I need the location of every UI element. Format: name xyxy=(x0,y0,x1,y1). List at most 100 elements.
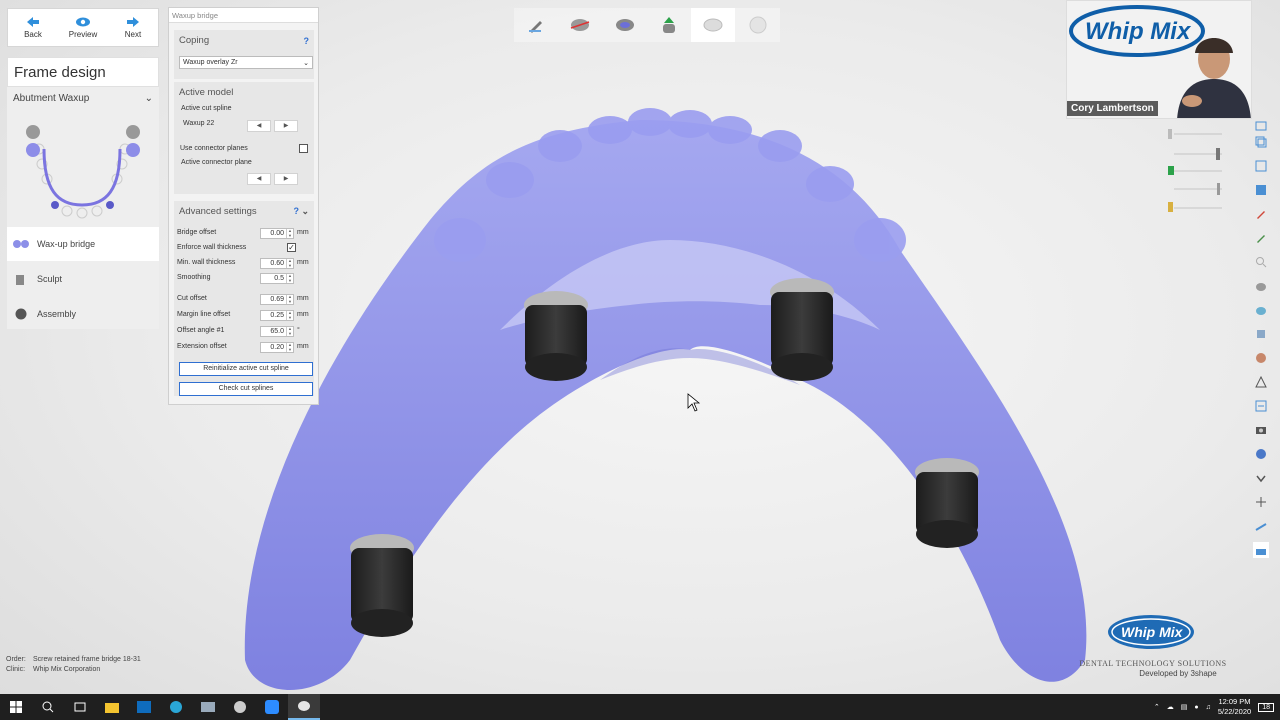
tool-button-5[interactable] xyxy=(691,8,736,42)
bridge-icon xyxy=(13,240,29,248)
cut-offset-input[interactable]: 0.69 ▲ ▼ xyxy=(260,294,294,305)
clip-icon[interactable] xyxy=(1253,398,1269,414)
tool-button-3[interactable] xyxy=(602,8,647,42)
min-wall-thickness-input[interactable]: 0.60 ▲ ▼ xyxy=(260,258,294,269)
step-waxup-bridge[interactable]: Wax-up bridge xyxy=(7,227,159,261)
app-icon-1[interactable] xyxy=(192,694,224,720)
next-plane-button[interactable]: ▶ xyxy=(274,173,298,185)
reinitialize-cut-spline-button[interactable]: Reinitialize active cut spline xyxy=(179,362,313,376)
coping-icon xyxy=(703,18,723,32)
clock[interactable]: 12:09 PM 5/22/2020 xyxy=(1218,697,1251,717)
app-icon-2[interactable] xyxy=(224,694,256,720)
pencil-icon[interactable] xyxy=(1253,230,1269,246)
smoothing-label: Smoothing xyxy=(177,274,211,281)
windows-start-icon[interactable] xyxy=(0,694,32,720)
cube-icon[interactable] xyxy=(1253,326,1269,342)
face-icon[interactable] xyxy=(1253,350,1269,366)
task-view-icon[interactable] xyxy=(64,694,96,720)
clinic-label: Clinic: xyxy=(6,666,26,673)
chevron-up-icon[interactable]: ⌃ xyxy=(1154,703,1160,711)
mic-icon[interactable]: ● xyxy=(1194,704,1198,711)
plus-axis-icon[interactable] xyxy=(1253,494,1269,510)
analog-3 xyxy=(915,458,979,548)
margin-line-offset-label: Margin line offset xyxy=(177,311,231,318)
eye-icon xyxy=(76,17,90,26)
whip-mix-badge-logo: Whip Mix xyxy=(1108,615,1194,649)
tool-button-6[interactable] xyxy=(735,8,780,42)
workflow-panel: Frame design Abutment Waxup ⌄ Wax-up bri… xyxy=(7,57,159,329)
tool-button-1[interactable] xyxy=(514,8,559,42)
camera-icon[interactable] xyxy=(1253,422,1269,438)
chevron-down-icon: ⌄ xyxy=(303,60,309,67)
ruler-icon[interactable] xyxy=(1253,518,1269,534)
spinner-icon[interactable]: ▲ ▼ xyxy=(286,273,293,283)
view-sidebar xyxy=(1250,118,1272,568)
outlook-icon[interactable] xyxy=(128,694,160,720)
taskbar: ⌃ ☁ ▤ ● ♫ 12:09 PM 5/22/2020 18 xyxy=(0,694,1280,720)
window-icon[interactable] xyxy=(1253,158,1269,174)
step-sculpt[interactable]: Sculpt xyxy=(7,262,159,296)
search-icon[interactable] xyxy=(32,694,64,720)
back-button[interactable]: Back xyxy=(8,9,58,46)
active-connector-plane-label: Active connector plane xyxy=(181,159,252,166)
next-label: Next xyxy=(124,29,142,39)
next-spline-button[interactable]: ▶ xyxy=(274,120,298,132)
globe-icon[interactable] xyxy=(1253,446,1269,462)
prev-plane-button[interactable]: ◀ xyxy=(247,173,271,185)
tooth-color-icon[interactable] xyxy=(1253,302,1269,318)
zoom-icon[interactable] xyxy=(256,694,288,720)
abutment-waxup-dropdown[interactable]: Abutment Waxup ⌄ xyxy=(7,89,159,109)
network-icon[interactable]: ▤ xyxy=(1181,703,1188,711)
search-icon[interactable] xyxy=(1253,254,1269,270)
cloud-icon[interactable]: ☁ xyxy=(1167,703,1174,711)
margin-line-offset-input[interactable]: 0.25 ▲ ▼ xyxy=(260,310,294,321)
tool-button-2[interactable] xyxy=(558,8,603,42)
use-connector-planes-checkbox[interactable] xyxy=(299,144,308,153)
notification-icon[interactable]: 18 xyxy=(1258,702,1274,712)
spinner-icon[interactable]: ▲ ▼ xyxy=(286,342,293,352)
view-icon-1[interactable] xyxy=(1253,118,1269,134)
order-value: Screw retained frame bridge 18-31 xyxy=(33,656,141,663)
spinner-icon[interactable]: ▲ ▼ xyxy=(286,326,293,336)
system-tray: ⌃ ☁ ▤ ● ♫ 12:09 PM 5/22/2020 18 xyxy=(1154,694,1280,720)
screenshot-icon[interactable] xyxy=(1253,182,1269,198)
visibility-sliders[interactable] xyxy=(1160,126,1232,221)
tooth-view-icon[interactable] xyxy=(1253,278,1269,294)
unit-label: ° xyxy=(297,327,300,334)
edge-icon[interactable] xyxy=(160,694,192,720)
arch-thumbnail[interactable] xyxy=(17,119,147,219)
help-icon[interactable]: ? xyxy=(304,36,310,46)
webcam-overlay: Whip Mix Cory Lambertson xyxy=(1066,0,1252,119)
step-assembly[interactable]: Assembly xyxy=(7,297,159,331)
spinner-icon[interactable]: ▲ ▼ xyxy=(286,258,293,268)
coping-select[interactable]: Waxup overlay Zr ⌄ xyxy=(179,56,313,69)
help-icon[interactable]: ? ⌄ xyxy=(293,206,309,217)
copy-icon[interactable] xyxy=(1253,134,1269,150)
spinner-icon[interactable]: ▲ ▼ xyxy=(286,228,293,238)
active-cut-spline-label: Active cut spline xyxy=(181,105,232,112)
enforce-wall-thickness-checkbox[interactable]: ✓ xyxy=(287,243,296,252)
prev-spline-button[interactable]: ◀ xyxy=(247,120,271,132)
next-button[interactable]: Next xyxy=(108,9,158,46)
pen-icon[interactable] xyxy=(1253,206,1269,222)
spinner-icon[interactable]: ▲ ▼ xyxy=(286,310,293,320)
model-viewport[interactable] xyxy=(200,100,1100,694)
file-explorer-icon[interactable] xyxy=(96,694,128,720)
extension-offset-input[interactable]: 0.20 ▲ ▼ xyxy=(260,342,294,353)
warning-icon[interactable] xyxy=(1253,374,1269,390)
dialog-title: Waxup bridge xyxy=(169,8,318,23)
dental-app-icon[interactable] xyxy=(288,694,320,720)
spinner-icon[interactable]: ▲ ▼ xyxy=(286,294,293,304)
smoothing-input[interactable]: 0.5 ▲ ▼ xyxy=(260,273,294,284)
tool-button-4[interactable] xyxy=(646,8,692,42)
chevron-icon[interactable] xyxy=(1253,470,1269,486)
check-cut-splines-button[interactable]: Check cut splines xyxy=(179,382,313,396)
mouse-cursor xyxy=(687,393,701,412)
preview-button[interactable]: Preview xyxy=(58,9,108,46)
abutment-waxup-label: Abutment Waxup xyxy=(13,93,90,104)
preview-label: Preview xyxy=(68,29,98,39)
settings-view-icon[interactable] xyxy=(1253,542,1269,558)
bridge-offset-input[interactable]: 0.00 ▲ ▼ xyxy=(260,228,294,239)
volume-icon[interactable]: ♫ xyxy=(1206,704,1211,711)
offset-angle-input[interactable]: 65.0 ▲ ▼ xyxy=(260,326,294,337)
